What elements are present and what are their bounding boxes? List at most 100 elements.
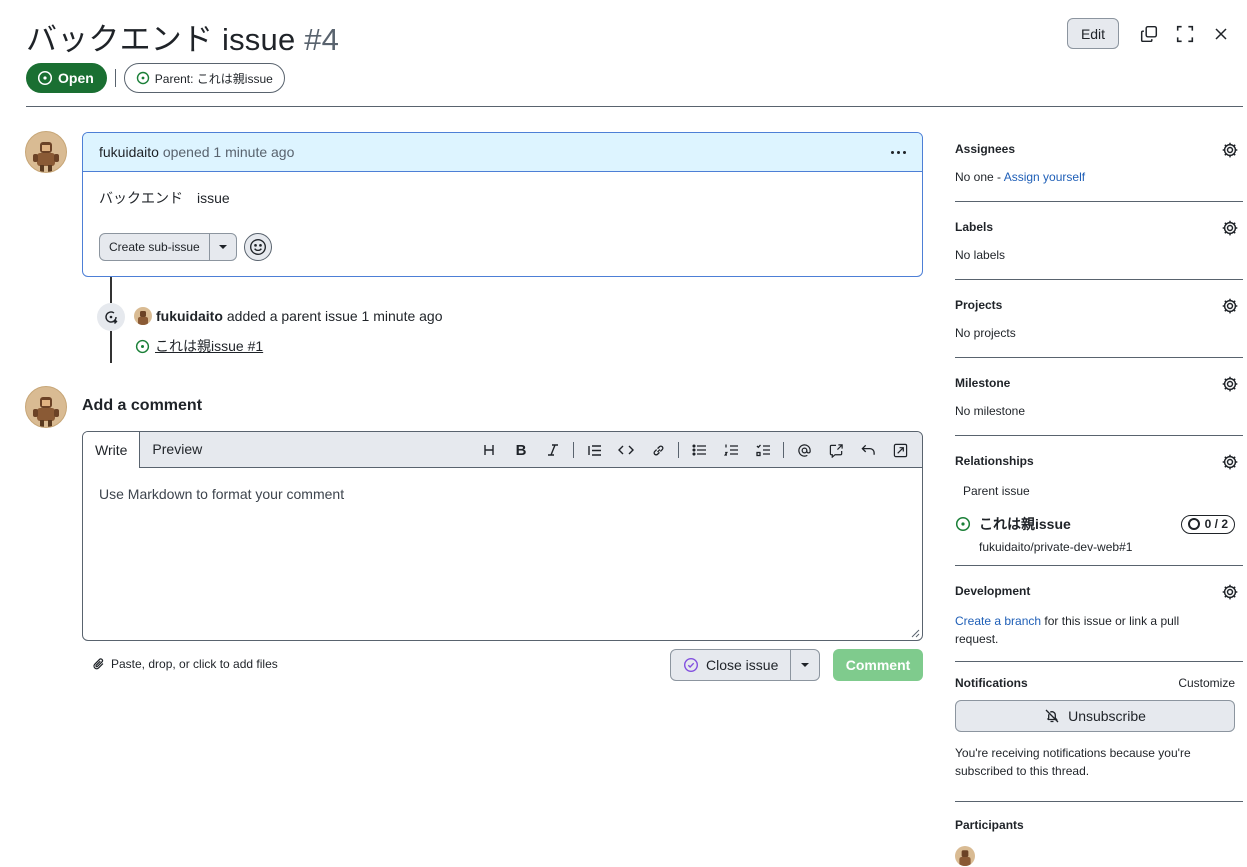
avatar[interactable]: [955, 846, 975, 866]
issue-open-icon: [37, 70, 53, 86]
sidebar-milestone: Milestone No milestone: [955, 358, 1243, 436]
issue-state-row: Open Parent: これは親issue: [26, 63, 285, 93]
gear-icon[interactable]: [1221, 375, 1239, 393]
sidebar-relationships: Relationships Parent issue これは親issue 0 /…: [955, 436, 1243, 566]
sidebar-projects: Projects No projects: [955, 280, 1243, 358]
issue-description: fukuidaito opened 1 minute ago バックエンド is…: [82, 132, 923, 277]
attach-files-label: Paste, drop, or click to add files: [111, 657, 278, 671]
avatar[interactable]: [134, 307, 152, 325]
bell-slash-icon: [1045, 709, 1059, 723]
toolbar-divider: [783, 442, 784, 458]
comment-header: fukuidaito opened 1 minute ago: [83, 133, 922, 172]
close-issue-label: Close issue: [706, 657, 779, 673]
tab-preview[interactable]: Preview: [140, 432, 214, 467]
heading-icon[interactable]: [473, 436, 505, 464]
assign-yourself-link[interactable]: Assign yourself: [1004, 170, 1085, 184]
timeline-action: added a parent issue 1 minute ago: [226, 308, 443, 324]
toolbar-divider: [573, 442, 574, 458]
tab-write[interactable]: Write: [83, 432, 141, 468]
issue-closed-icon: [683, 657, 699, 673]
sidebar-assignees: Assignees No one - Assign yourself: [955, 132, 1243, 202]
parent-issue-title[interactable]: これは親issue: [979, 514, 1071, 534]
sub-issue-progress-label: 0 / 2: [1204, 517, 1228, 531]
gear-icon[interactable]: [1221, 583, 1239, 601]
comment-body: バックエンド issue: [99, 190, 230, 206]
timeline-parent-link: これは親issue #1: [135, 336, 263, 356]
issue-title-text: バックエンド issue: [26, 22, 296, 57]
comment-editor: Write Preview B Use Markdown to format y…: [82, 431, 923, 641]
timeline-node: [97, 303, 125, 331]
parent-issue-link[interactable]: これは親issue #1: [155, 336, 263, 356]
sidebar-title: Participants: [955, 818, 1024, 832]
avatar[interactable]: [25, 131, 67, 173]
gear-icon[interactable]: [1221, 141, 1239, 159]
milestone-value: No milestone: [955, 404, 1026, 418]
comment-actions: Create sub-issue: [99, 233, 272, 261]
sidebar-title: Assignees: [955, 142, 1016, 156]
unordered-list-icon[interactable]: [683, 436, 715, 464]
divider: [114, 69, 116, 87]
copy-icon[interactable]: [1137, 22, 1161, 46]
sidebar-participants: Participants: [955, 802, 1243, 866]
issue-open-icon: [136, 71, 149, 85]
chevron-down-icon[interactable]: [791, 650, 819, 680]
close-issue-button[interactable]: Close issue: [671, 650, 792, 680]
add-comment-heading: Add a comment: [82, 397, 203, 414]
create-branch-link[interactable]: Create a branch: [955, 614, 1041, 628]
labels-value: No labels: [955, 248, 1006, 262]
chevron-down-icon[interactable]: [210, 234, 236, 260]
parent-issue-item[interactable]: これは親issue 0 / 2: [955, 514, 1243, 534]
issue-open-icon: [135, 339, 150, 353]
markdown-toolbar: B: [473, 432, 916, 468]
unsubscribe-button[interactable]: Unsubscribe: [955, 700, 1235, 732]
attach-files[interactable]: Paste, drop, or click to add files: [92, 657, 278, 671]
toolbar-divider: [678, 442, 679, 458]
parent-issue-repo: fukuidaito/private-dev-web#1: [979, 540, 1133, 554]
gear-icon[interactable]: [1221, 453, 1239, 471]
assignees-value: No one -: [955, 170, 1004, 184]
comment-author[interactable]: fukuidaito: [99, 144, 159, 160]
add-reaction-button[interactable]: [243, 233, 272, 261]
italic-icon[interactable]: [537, 436, 569, 464]
fullscreen-editor-icon[interactable]: [884, 436, 916, 464]
avatar[interactable]: [25, 386, 67, 428]
parent-issue-pill-label: Parent: これは親issue: [154, 71, 273, 86]
close-icon[interactable]: [1209, 22, 1233, 46]
edit-button[interactable]: Edit: [1067, 18, 1119, 49]
quote-icon[interactable]: [578, 436, 610, 464]
timeline-event: fukuidaito added a parent issue 1 minute…: [134, 307, 443, 325]
notifications-header: Notifications Customize: [955, 676, 1243, 690]
resize-handle-icon[interactable]: [911, 629, 920, 638]
mention-icon[interactable]: [788, 436, 820, 464]
link-icon[interactable]: [642, 436, 674, 464]
sidebar-title: Relationships: [955, 454, 1034, 468]
issue-number: #4: [304, 22, 340, 57]
ordered-list-icon[interactable]: [715, 436, 747, 464]
gear-icon[interactable]: [1221, 219, 1239, 237]
issue-open-icon: [955, 516, 971, 532]
bold-icon[interactable]: B: [505, 436, 537, 464]
sidebar-title: Notifications: [955, 676, 1028, 690]
sidebar-title: Development: [955, 584, 1031, 598]
sidebar-notifications: Notifications Customize Unsubscribe You'…: [955, 662, 1243, 802]
composer-footer: Paste, drop, or click to add files Close…: [82, 649, 923, 681]
issue-sidebar: Assignees No one - Assign yourself Label…: [955, 132, 1243, 866]
comment-textarea[interactable]: Use Markdown to format your comment: [83, 468, 922, 640]
reply-icon[interactable]: [852, 436, 884, 464]
progress-ring-icon: [1187, 518, 1200, 530]
timeline-author[interactable]: fukuidaito: [156, 308, 223, 324]
fullscreen-icon[interactable]: [1173, 22, 1197, 46]
status-badge: Open: [26, 63, 107, 93]
task-list-icon[interactable]: [747, 436, 779, 464]
code-icon[interactable]: [610, 436, 642, 464]
projects-value: No projects: [955, 326, 1016, 340]
parent-issue-pill[interactable]: Parent: これは親issue: [123, 63, 285, 93]
more-options-icon[interactable]: [891, 150, 906, 154]
gear-icon[interactable]: [1221, 297, 1239, 315]
customize-link[interactable]: Customize: [1178, 676, 1235, 690]
cross-reference-icon[interactable]: [820, 436, 852, 464]
create-sub-issue-button[interactable]: Create sub-issue: [100, 234, 210, 260]
comment-button[interactable]: Comment: [833, 649, 923, 681]
smiley-icon: [249, 239, 266, 255]
unsubscribe-label: Unsubscribe: [1068, 708, 1146, 724]
